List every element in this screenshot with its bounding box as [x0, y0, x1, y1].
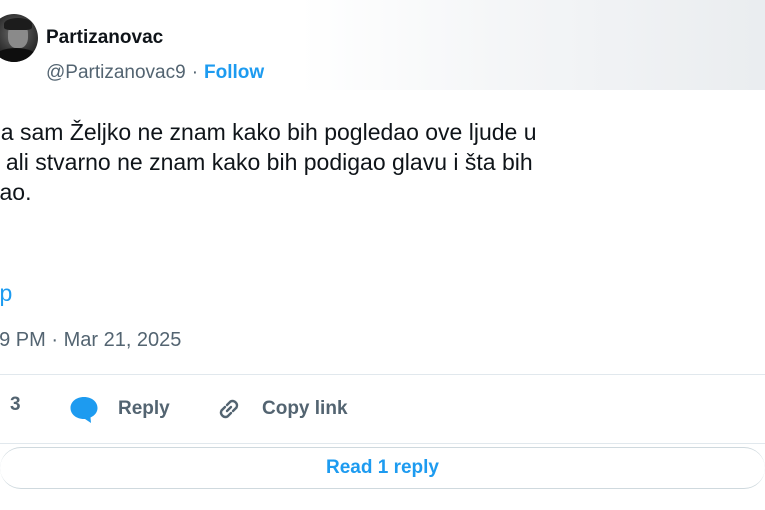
copy-link-button[interactable]: Copy link	[214, 394, 348, 424]
tweet-text: da sam Željko ne znam kako bih pogledao …	[0, 119, 537, 205]
tweet-card: Partizanovac @Partizanovac9·Follow da sa…	[0, 0, 765, 510]
tweet-timestamp[interactable]: 39 PM · Mar 21, 2025	[0, 329, 181, 352]
header-background-image	[300, 0, 765, 90]
reply-label: Reply	[118, 398, 170, 419]
like-count[interactable]: 3	[10, 394, 21, 416]
read-reply-label: Read 1 reply	[0, 447, 765, 489]
author-name[interactable]: Partizanovac	[46, 27, 163, 49]
tweet-link[interactable]: kp	[0, 280, 12, 307]
speech-bubble-icon	[68, 394, 100, 424]
author-handle-row: @Partizanovac9 · Follow	[46, 62, 264, 84]
copy-link-label: Copy link	[262, 398, 348, 419]
separator-dot: ·	[191, 62, 199, 83]
follow-button[interactable]: Follow	[204, 62, 264, 83]
chain-link-icon	[214, 394, 244, 424]
reply-button[interactable]: Reply	[68, 394, 170, 424]
read-reply-button[interactable]: Read 1 reply	[0, 444, 765, 492]
author-handle[interactable]: @Partizanovac9	[46, 62, 186, 83]
action-bar: 3 Reply Copy link	[0, 375, 765, 443]
avatar[interactable]	[0, 14, 38, 62]
